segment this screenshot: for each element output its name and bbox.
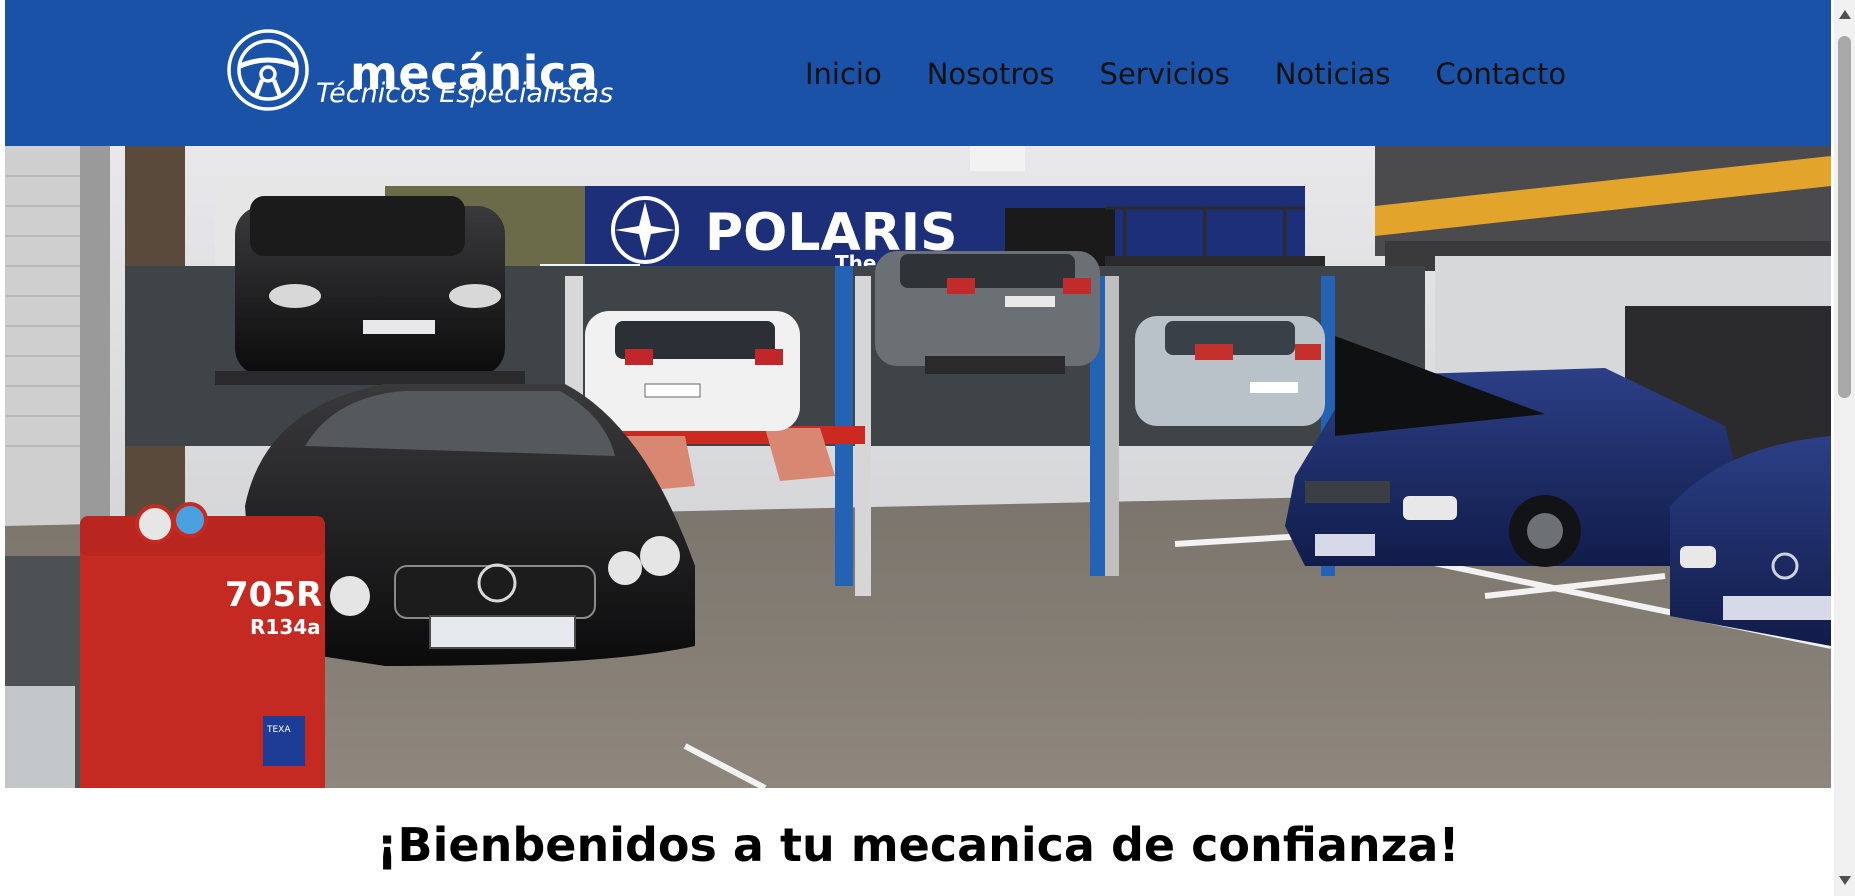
nav-item-inicio[interactable]: Inicio [805,57,882,91]
browser-viewport: mecánica Técnicos Especialistas Inicio N… [0,0,1855,896]
steering-wheel-icon [227,29,309,111]
scroll-down-icon[interactable] [1839,876,1851,885]
nav-item-nosotros[interactable]: Nosotros [927,57,1055,91]
nav-item-servicios[interactable]: Servicios [1100,57,1230,91]
vertical-scrollbar[interactable] [1834,0,1855,896]
site-logo[interactable]: mecánica Técnicos Especialistas [220,28,620,118]
web-page: mecánica Técnicos Especialistas Inicio N… [5,0,1831,896]
machine-model-text: 705R [225,575,322,615]
welcome-heading: ¡Bienbenidos a tu mecanica de confianza! [376,818,1460,872]
machine-brand-text: TEXA [266,725,291,735]
machine-model-subtext: R134a [250,615,321,639]
brand-tagline: Técnicos Especialistas [316,78,614,109]
car-workshop-photo: POLARIS The 705R R134a TEXA [5,146,1831,788]
scrollbar-thumb[interactable] [1838,36,1851,398]
nav-item-noticias[interactable]: Noticias [1275,57,1391,91]
scroll-up-icon[interactable] [1839,10,1851,19]
site-header: mecánica Técnicos Especialistas Inicio N… [5,0,1831,146]
main-navigation: Inicio Nosotros Servicios Noticias Conta… [805,52,1611,96]
hero-banner-image: POLARIS The 705R R134a TEXA [5,146,1831,788]
nav-item-contacto[interactable]: Contacto [1436,57,1567,91]
